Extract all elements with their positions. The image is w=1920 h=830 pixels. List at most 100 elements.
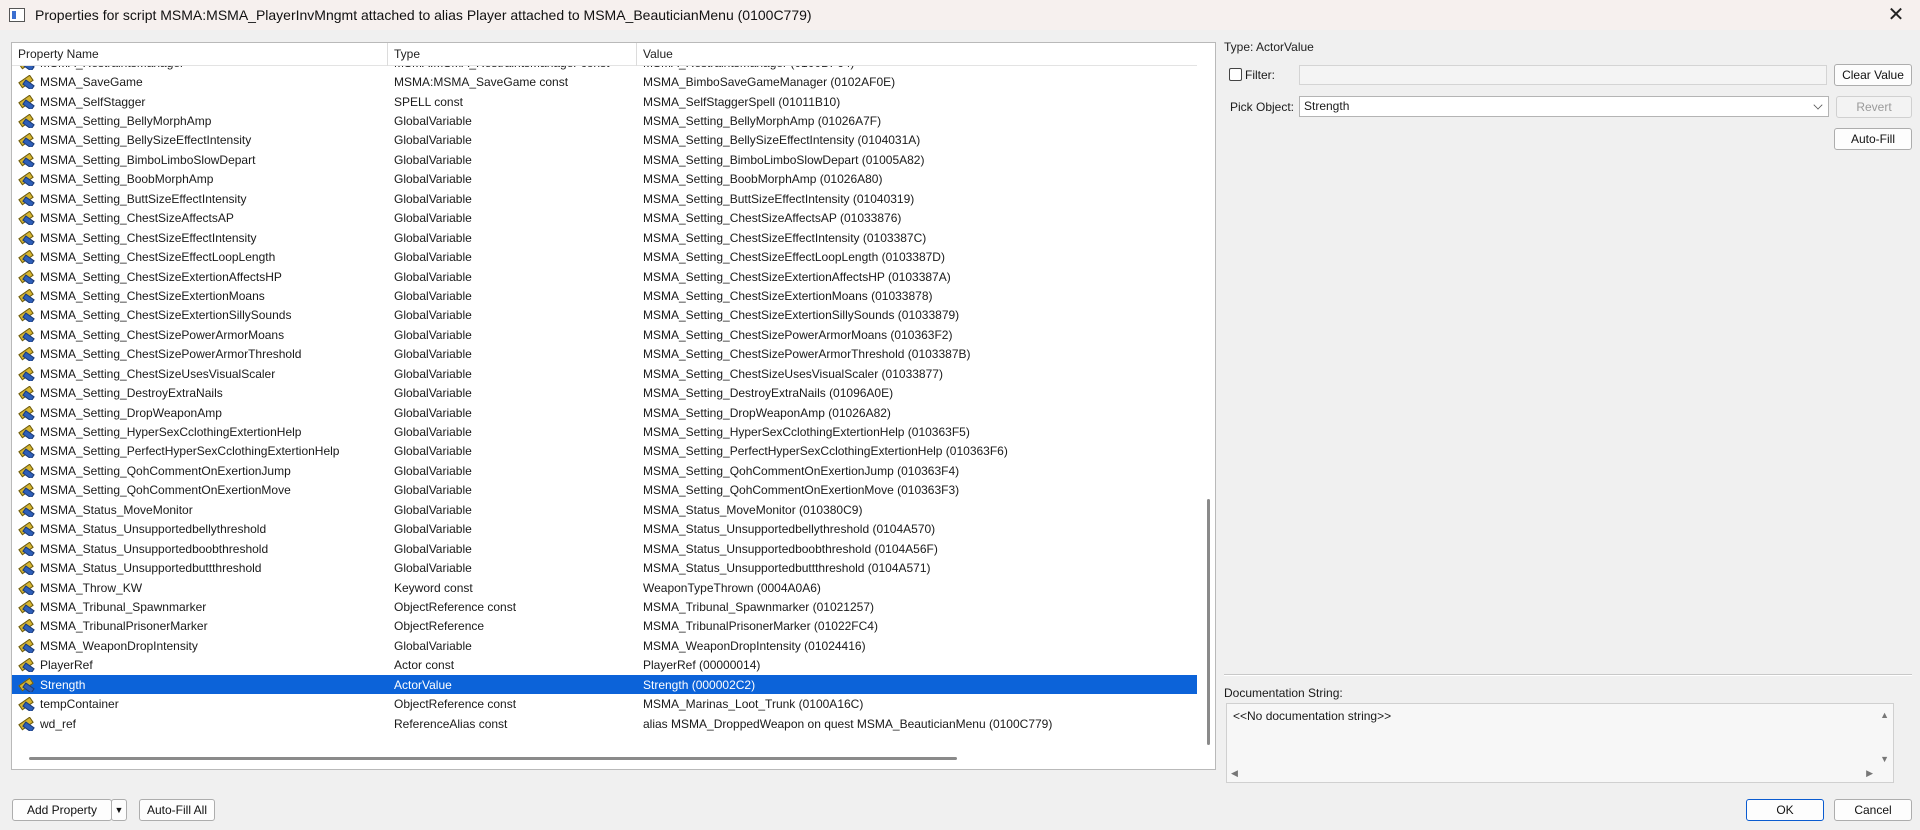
- properties-table: Property Name Type Value MSMA_Restraints…: [11, 42, 1216, 770]
- scroll-left-icon[interactable]: ◀: [1231, 768, 1238, 779]
- table-row[interactable]: MSMA_Setting_ChestSizePowerArmorThreshol…: [12, 345, 1197, 364]
- table-row[interactable]: MSMA_Setting_ChestSizeUsesVisualScaler Gl…: [12, 364, 1197, 383]
- table-row[interactable]: MSMA_Setting_ChestSizeAffectsAP GlobalVar…: [12, 209, 1197, 228]
- property-value-cell: MSMA_Setting_BoobMorphAmp (01026A80): [643, 172, 883, 187]
- script-property-icon: [18, 600, 34, 614]
- table-row[interactable]: MSMA_Status_Unsupportedbellythreshold Glo…: [12, 520, 1197, 539]
- property-type-cell: ActorValue: [394, 677, 452, 692]
- scroll-down-icon[interactable]: ▼: [1880, 754, 1889, 764]
- scroll-right-icon[interactable]: ▶: [1866, 768, 1873, 779]
- property-type-cell: GlobalVariable: [394, 172, 472, 187]
- property-value-cell: MSMA_Status_MoveMonitor (010380C9): [643, 502, 863, 517]
- property-name-cell: MSMA_Setting_ChestSizePowerArmorThreshol…: [12, 347, 388, 361]
- table-row[interactable]: MSMA_Setting_DropWeaponAmp GlobalVariable…: [12, 403, 1197, 422]
- table-row[interactable]: MSMA_Setting_DestroyExtraNails GlobalVari…: [12, 383, 1197, 402]
- table-row[interactable]: MSMA_Setting_ChestSizeExtertionSillySoun…: [12, 306, 1197, 325]
- table-row[interactable]: MSMA_Setting_QohCommentOnExertionMove Glo…: [12, 481, 1197, 500]
- table-row[interactable]: MSMA_SaveGame MSMA:MSMA_SaveGame const MSM…: [12, 72, 1197, 91]
- table-row[interactable]: tempContainer ObjectReference const MSMA_M…: [12, 694, 1197, 713]
- column-header-value[interactable]: Value: [637, 43, 1197, 66]
- script-property-icon: [18, 386, 34, 400]
- property-name-cell: MSMA_Setting_BellyMorphAmp: [12, 114, 388, 128]
- property-type-cell: GlobalVariable: [394, 405, 472, 420]
- property-name-cell: MSMA_Throw_KW: [12, 581, 388, 595]
- vertical-scroll-thumb[interactable]: [1207, 499, 1210, 745]
- table-row[interactable]: MSMA_Setting_ChestSizeEffectLoopLength Gl…: [12, 247, 1197, 266]
- table-row[interactable]: MSMA_Tribunal_Spawnmarker ObjectReference…: [12, 597, 1197, 616]
- add-property-dropdown[interactable]: ▼: [111, 799, 127, 821]
- table-row[interactable]: MSMA_Status_MoveMonitor GlobalVariable MSM…: [12, 500, 1197, 519]
- script-property-icon: [18, 211, 34, 225]
- clear-value-button[interactable]: Clear Value: [1834, 64, 1912, 86]
- property-name: MSMA_Setting_ChestSizeExtertionSillySoun…: [40, 308, 292, 323]
- script-property-icon: [18, 66, 34, 70]
- table-row[interactable]: wd_ref ReferenceAlias const alias MSMA_Dro…: [12, 714, 1197, 733]
- script-property-icon: [18, 444, 34, 458]
- auto-fill-all-button[interactable]: Auto-Fill All: [139, 799, 215, 821]
- script-property-icon: [18, 406, 34, 420]
- table-row[interactable]: MSMA_Setting_ChestSizeEffectIntensity Glo…: [12, 228, 1197, 247]
- documentation-text-box[interactable]: <<No documentation string>> ▲ ▼ ◀ ▶: [1226, 703, 1894, 783]
- chevron-down-icon: [1813, 100, 1823, 110]
- property-name-cell: MSMA_Setting_HyperSexCclothingExtertionH…: [12, 425, 388, 439]
- table-row[interactable]: MSMA_Status_Unsupportedbuttthreshold Glob…: [12, 558, 1197, 577]
- revert-button[interactable]: Revert: [1836, 96, 1912, 118]
- property-value-cell: MSMA_Setting_QohCommentOnExertionJump (0…: [643, 463, 960, 478]
- auto-fill-button[interactable]: Auto-Fill: [1834, 128, 1912, 150]
- property-value-cell: MSMA_Setting_ChestSizeExtertionMoans (01…: [643, 288, 933, 303]
- table-row[interactable]: PlayerRef Actor const PlayerRef (00000014): [12, 656, 1197, 675]
- property-value-cell: MSMA_Tribunal_Spawnmarker (01021257): [643, 599, 874, 614]
- script-property-icon: [18, 483, 34, 497]
- horizontal-scrollbar[interactable]: [12, 751, 1202, 765]
- property-name: MSMA_Setting_BimboLimboSlowDepart: [40, 152, 256, 167]
- script-property-icon: [18, 542, 34, 556]
- property-value-cell: MSMA_Setting_ChestSizePowerArmorMoans (0…: [643, 327, 953, 342]
- property-name-cell: MSMA_Status_Unsupportedboobthreshold: [12, 542, 388, 556]
- table-row[interactable]: MSMA_Setting_BellySizeEffectIntensity Glo…: [12, 131, 1197, 150]
- property-name-cell: MSMA_Setting_ChestSizeAffectsAP: [12, 211, 388, 225]
- horizontal-scroll-thumb[interactable]: [29, 757, 957, 760]
- table-row[interactable]: MSMA_Status_Unsupportedboobthreshold Glob…: [12, 539, 1197, 558]
- property-value-cell: WeaponTypeThrown (0004A0A6): [643, 580, 821, 595]
- property-type-cell: ReferenceAlias const: [394, 716, 508, 731]
- column-header-type[interactable]: Type: [388, 43, 637, 66]
- table-row[interactable]: MSMA_Setting_ChestSizePowerArmorMoans Glo…: [12, 325, 1197, 344]
- pick-object-value: Strength: [1304, 99, 1350, 113]
- table-row[interactable]: MSMA_Setting_ButtSizeEffectIntensity Glob…: [12, 189, 1197, 208]
- script-property-icon: [18, 522, 34, 536]
- table-row[interactable]: MSMA_Setting_ChestSizeExtertionMoans Glob…: [12, 286, 1197, 305]
- ok-button[interactable]: OK: [1746, 799, 1824, 821]
- vertical-scrollbar[interactable]: [1202, 66, 1215, 746]
- table-row[interactable]: MSMA_WeaponDropIntensity GlobalVariable MS…: [12, 636, 1197, 655]
- table-row[interactable]: MSMA_Setting_HyperSexCclothingExtertionH…: [12, 422, 1197, 441]
- property-value-cell: MSMA_Setting_DestroyExtraNails (01096A0E…: [643, 386, 894, 401]
- property-name: MSMA_Status_Unsupportedbuttthreshold: [40, 561, 262, 576]
- filter-input[interactable]: [1299, 65, 1827, 85]
- table-row[interactable]: Strength ActorValue Strength (000002C2): [12, 675, 1197, 695]
- pick-object-label: Pick Object:: [1230, 100, 1295, 114]
- scroll-up-icon[interactable]: ▲: [1880, 710, 1889, 720]
- column-header-property-name[interactable]: Property Name: [12, 43, 388, 66]
- table-row[interactable]: MSMA_Throw_KW Keyword const WeaponTypeThro…: [12, 578, 1197, 597]
- property-type-cell: GlobalVariable: [394, 425, 472, 440]
- property-value-cell: MSMA_Marinas_Loot_Trunk (0100A16C): [643, 697, 864, 712]
- table-row[interactable]: MSMA_Setting_BimboLimboSlowDepart GlobalV…: [12, 150, 1197, 169]
- cancel-button[interactable]: Cancel: [1834, 799, 1912, 821]
- table-row[interactable]: MSMA_TribunalPrisonerMarker ObjectReferen…: [12, 617, 1197, 636]
- add-property-button[interactable]: Add Property: [12, 799, 112, 821]
- table-row[interactable]: MSMA_SelfStagger SPELL const MSMA_SelfStag…: [12, 92, 1197, 111]
- table-row[interactable]: MSMA_Setting_BoobMorphAmp GlobalVariable M…: [12, 170, 1197, 189]
- script-property-icon: [18, 308, 34, 322]
- filter-checkbox[interactable]: [1229, 68, 1242, 81]
- table-row[interactable]: MSMA_Setting_BellyMorphAmp GlobalVariable…: [12, 111, 1197, 130]
- property-name-cell: MSMA_Setting_DropWeaponAmp: [12, 406, 388, 420]
- property-name-cell: MSMA_Setting_QohCommentOnExertionJump: [12, 464, 388, 478]
- close-icon[interactable]: ✕: [1884, 3, 1908, 27]
- property-name-cell: MSMA_Setting_ChestSizeExtertionMoans: [12, 289, 388, 303]
- table-row[interactable]: MSMA_Setting_ChestSizeExtertionAffectsHP…: [12, 267, 1197, 286]
- table-row[interactable]: MSMA_Setting_PerfectHyperSexCclothingExt…: [12, 442, 1197, 461]
- property-value-cell: MSMA_WeaponDropIntensity (01024416): [643, 638, 866, 653]
- pick-object-select[interactable]: Strength: [1299, 96, 1829, 117]
- property-name: MSMA_Setting_ChestSizeEffectIntensity: [40, 230, 257, 245]
- table-row[interactable]: MSMA_Setting_QohCommentOnExertionJump Glo…: [12, 461, 1197, 480]
